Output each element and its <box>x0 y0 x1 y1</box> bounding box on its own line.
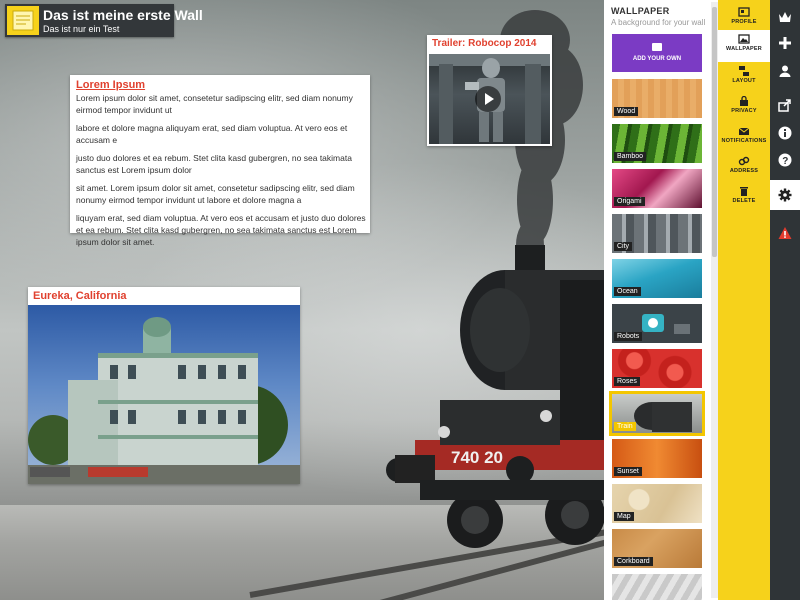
user-icon <box>779 65 791 77</box>
warning-button[interactable] <box>770 218 800 248</box>
wallpaper-option-map[interactable]: Map <box>612 484 702 523</box>
wall-title: Das ist meine erste Wall <box>43 7 203 23</box>
wallpaper-option-label: City <box>614 242 633 251</box>
gear-icon <box>778 188 792 202</box>
wallpaper-option-label: Robots <box>614 332 643 341</box>
sticky-note-logo <box>7 6 39 35</box>
sticky-note-icon <box>12 10 34 31</box>
post-paragraph: justo duo dolores et ea rebum. Stet clit… <box>76 153 352 175</box>
wallpaper-option-label: Wood <box>614 107 639 116</box>
wallpaper-option-city[interactable]: City <box>612 214 702 253</box>
crown-icon <box>779 12 791 22</box>
post-paragraph: labore et dolore magna aliquyam erat, se… <box>76 123 348 145</box>
wallpaper-icon <box>738 34 750 44</box>
menu-item-delete[interactable]: DELETE <box>718 182 770 212</box>
info-icon <box>778 126 792 140</box>
photo-image[interactable] <box>28 305 300 484</box>
link-icon <box>738 156 750 166</box>
wallpaper-option-label: Origami <box>614 197 645 206</box>
wall-subtitle: Das ist nur ein Test <box>43 24 120 34</box>
menu-item-layout[interactable]: LAYOUT <box>718 62 770 92</box>
post-title[interactable]: Lorem Ipsum <box>76 79 145 91</box>
lock-icon <box>740 96 748 106</box>
warning-icon <box>778 227 792 239</box>
plus-icon <box>779 37 791 49</box>
menu-item-label: ADDRESS <box>729 168 759 174</box>
envelope-icon <box>738 127 750 135</box>
menu-item-label: LAYOUT <box>732 78 756 84</box>
settings-menu: PROFILE WALLPAPER LAYOUT PRIVACY NOTIFIC… <box>718 0 770 600</box>
wallpaper-option-label: Roses <box>614 377 640 386</box>
wallpaper-option-sunset[interactable]: Sunset <box>612 439 702 478</box>
wallpaper-option-origami[interactable]: Origami <box>612 169 702 208</box>
menu-item-label: PRIVACY <box>731 108 757 114</box>
account-button[interactable] <box>770 56 800 86</box>
svg-text:?: ? <box>782 156 788 167</box>
scrollbar-thumb[interactable] <box>712 7 717 257</box>
help-icon: ? <box>778 153 792 167</box>
post-photo[interactable]: Eureka, California <box>28 287 300 484</box>
layout-icon <box>739 66 749 76</box>
post-paragraph: Lorem ipsum dolor sit amet, consetetur s… <box>76 93 353 115</box>
menu-item-privacy[interactable]: PRIVACY <box>718 92 770 122</box>
post-title[interactable]: Trailer: Robocop 2014 <box>432 38 536 49</box>
wallpaper-option-train[interactable]: Train <box>609 391 705 436</box>
menu-item-address[interactable]: ADDRESS <box>718 152 770 182</box>
add-your-own-label: ADD YOUR OWN <box>632 56 682 62</box>
post-video[interactable]: Trailer: Robocop 2014 <box>427 35 552 146</box>
wallpaper-option-wood[interactable]: Wood <box>612 79 702 118</box>
post-paragraph: liquyam erat, sed diam voluptua. At vero… <box>76 213 366 247</box>
post-body: Lorem ipsum dolor sit amet, consetetur s… <box>76 92 366 254</box>
menu-item-notifications[interactable]: NOTIFICATIONS <box>718 122 770 152</box>
share-icon <box>778 99 791 112</box>
right-toolbar: ? <box>770 0 800 600</box>
panel-subtitle: A background for your wall <box>611 18 706 27</box>
wallpaper-option-label: Sunset <box>614 467 642 476</box>
menu-item-label: PROFILE <box>731 19 757 25</box>
wallpaper-option-label: Map <box>614 512 634 521</box>
info-button[interactable] <box>770 118 800 148</box>
panel-scrollbar[interactable] <box>711 2 718 598</box>
post-lorem-ipsum[interactable]: Lorem Ipsum Lorem ipsum dolor sit amet, … <box>70 75 370 247</box>
menu-item-wallpaper[interactable]: WALLPAPER <box>718 30 770 62</box>
add-button[interactable] <box>770 28 800 58</box>
wallpaper-option-corkboard[interactable]: Corkboard <box>612 529 702 568</box>
help-button[interactable]: ? <box>770 145 800 175</box>
wallpaper-option-ocean[interactable]: Ocean <box>612 259 702 298</box>
wallpaper-option-label: Bamboo <box>614 152 647 161</box>
settings-button[interactable] <box>770 180 800 210</box>
menu-item-profile[interactable]: PROFILE <box>718 3 770 33</box>
wallpaper-option-partial[interactable] <box>612 574 702 600</box>
share-button[interactable] <box>770 90 800 120</box>
wallpaper-option-bamboo[interactable]: Bamboo <box>612 124 702 163</box>
trash-icon <box>740 187 748 196</box>
wall-header[interactable]: Das ist meine erste Wall Das ist nur ein… <box>5 4 203 37</box>
engine-number: 740 20 <box>451 448 503 467</box>
add-your-own-button[interactable]: ADD YOUR OWN <box>612 34 702 72</box>
wallpaper-option-label: Corkboard <box>614 557 653 566</box>
post-paragraph: sit amet. Lorem ipsum dolor sit amet, co… <box>76 183 355 205</box>
wallpaper-option-robots[interactable]: Robots <box>612 304 702 343</box>
wallpaper-option-label: Ocean <box>614 287 641 296</box>
victorian-building <box>28 317 300 484</box>
video-thumbnail[interactable] <box>429 54 550 144</box>
camera-icon <box>652 43 662 51</box>
play-icon[interactable] <box>475 86 501 112</box>
profile-icon <box>738 7 750 17</box>
wallpaper-option-label: Train <box>614 422 636 431</box>
post-title[interactable]: Eureka, California <box>33 290 127 302</box>
panel-title: WALLPAPER <box>611 6 670 16</box>
menu-item-label: NOTIFICATIONS <box>721 138 767 144</box>
menu-item-label: WALLPAPER <box>726 46 762 52</box>
menu-item-label: DELETE <box>732 198 756 204</box>
wallpaper-option-roses[interactable]: Roses <box>612 349 702 388</box>
